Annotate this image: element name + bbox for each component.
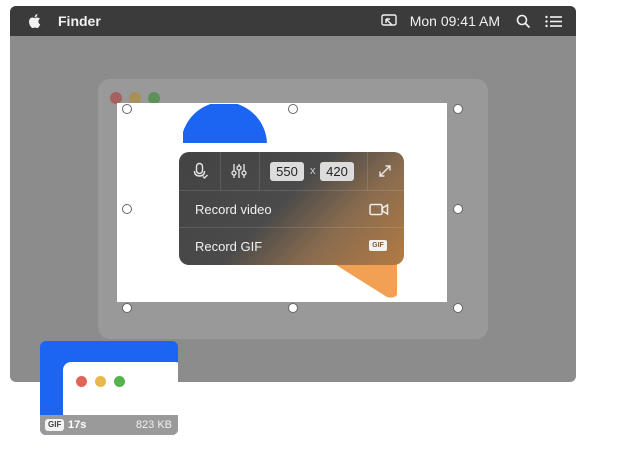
resize-handle-bottom[interactable] (288, 303, 298, 313)
file-size: 823 KB (135, 419, 172, 431)
dimension-separator: x (310, 165, 316, 177)
thumbnail-green-dot (114, 376, 125, 387)
resize-handle-bottom-left[interactable] (122, 303, 132, 313)
resize-handle-left[interactable] (122, 204, 132, 214)
video-camera-icon (369, 203, 389, 216)
microphone-icon[interactable] (191, 162, 209, 180)
gif-badge: GIF (45, 419, 65, 431)
record-video-label: Record video (195, 202, 272, 217)
resize-handle-top-right[interactable] (453, 104, 463, 114)
record-gif-label: Record GIF (195, 239, 263, 254)
resize-handle-top[interactable] (288, 104, 298, 114)
resize-handle-bottom-right[interactable] (453, 303, 463, 313)
record-video-item[interactable]: Record video (179, 191, 404, 228)
height-input[interactable]: 420 (320, 162, 354, 181)
recording-duration: 17s (68, 419, 87, 431)
menu-bar: Finder Mon 09:41 AM (10, 6, 576, 36)
expand-icon[interactable] (376, 162, 394, 180)
list-icon[interactable] (544, 12, 562, 30)
thumbnail-red-dot (76, 376, 87, 387)
cast-icon[interactable] (380, 12, 398, 30)
apple-icon[interactable] (26, 12, 44, 30)
search-icon[interactable] (514, 12, 532, 30)
gif-icon: GIF (369, 240, 387, 251)
record-gif-item[interactable]: Record GIF GIF (179, 228, 404, 265)
recording-thumbnail[interactable]: GIF 17s 823 KB (40, 341, 178, 435)
capture-panel: 550 x 420 Record video Record GIF GIF (179, 152, 404, 265)
resize-handle-right[interactable] (453, 204, 463, 214)
thumbnail-info-bar: GIF 17s 823 KB (40, 415, 178, 435)
app-name[interactable]: Finder (58, 13, 101, 29)
menu-bar-clock[interactable]: Mon 09:41 AM (410, 13, 500, 29)
capture-toolbar: 550 x 420 (179, 152, 404, 191)
thumbnail-window-preview (63, 362, 178, 422)
thumbnail-yellow-dot (95, 376, 106, 387)
width-input[interactable]: 550 (270, 162, 304, 181)
resize-handle-top-left[interactable] (122, 104, 132, 114)
settings-sliders-icon[interactable] (230, 162, 248, 180)
